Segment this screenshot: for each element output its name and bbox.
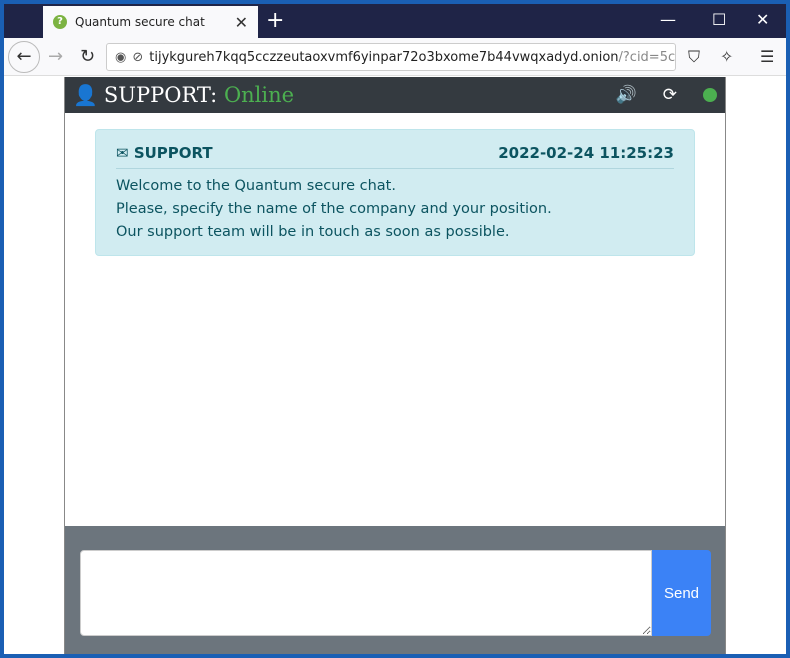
tab-title: Quantum secure chat bbox=[75, 15, 205, 29]
forward-icon[interactable]: → bbox=[48, 46, 63, 67]
tab-bar: ? Quantum secure chat ✕ + — ☐ ✕ bbox=[4, 4, 786, 38]
status-text: Online bbox=[223, 83, 295, 107]
refresh-icon[interactable]: ⟳ bbox=[663, 85, 677, 105]
chat-panel: 👤 SUPPORT: Online 🔊 ⟳ ✉ SUPPORT 2022-02-24… bbox=[64, 77, 726, 654]
reload-icon[interactable]: ↻ bbox=[80, 46, 95, 67]
tracking-icon: ⊘ bbox=[132, 49, 144, 65]
browser-window: ? Quantum secure chat ✕ + — ☐ ✕ ← → ↻ ◉ ⊘ ti… bbox=[4, 4, 786, 654]
volume-icon[interactable]: 🔊 bbox=[616, 85, 637, 105]
favicon-icon: ? bbox=[53, 15, 67, 29]
message-line: Welcome to the Quantum secure chat. bbox=[116, 178, 396, 194]
url-bar[interactable]: ◉ ⊘ tijykgureh7kqq5cczzeutaoxvmf6yinpar72o… bbox=[106, 43, 676, 71]
close-window-icon[interactable]: ✕ bbox=[756, 10, 769, 29]
nav-toolbar: ← → ↻ ◉ ⊘ tijykgureh7kqq5cczzeutaoxvmf6yin… bbox=[4, 38, 786, 76]
message-sender: SUPPORT bbox=[133, 144, 213, 162]
menu-icon[interactable]: ☰ bbox=[760, 47, 774, 66]
tab-active[interactable]: ? Quantum secure chat ✕ bbox=[43, 6, 258, 38]
send-button[interactable]: Send bbox=[652, 550, 711, 636]
chat-messages: ✉ SUPPORT 2022-02-24 11:25:23 Welcome to … bbox=[65, 113, 725, 526]
shield-icon[interactable]: ⛉ bbox=[688, 47, 700, 67]
close-tab-icon[interactable]: ✕ bbox=[235, 13, 248, 32]
url-text: tijykgureh7kqq5cczzeutaoxvmf6yinpar72o3b… bbox=[149, 49, 619, 65]
message-card: ✉ SUPPORT 2022-02-24 11:25:23 Welcome to … bbox=[95, 129, 695, 256]
url-query: /?cid=5c bbox=[618, 49, 676, 65]
header-label: SUPPORT: bbox=[103, 83, 218, 107]
user-icon: 👤 bbox=[73, 83, 98, 107]
maximize-icon[interactable]: ☐ bbox=[712, 10, 726, 29]
minimize-icon[interactable]: — bbox=[660, 10, 676, 29]
chat-header: 👤 SUPPORT: Online 🔊 ⟳ bbox=[65, 77, 725, 113]
message-timestamp: 2022-02-24 11:25:23 bbox=[498, 144, 674, 162]
envelope-icon: ✉ bbox=[116, 144, 129, 162]
message-input[interactable] bbox=[80, 550, 652, 636]
onion-icon: ◉ bbox=[115, 49, 127, 65]
back-icon[interactable]: ← bbox=[8, 41, 40, 73]
new-tab-icon[interactable]: + bbox=[266, 8, 284, 33]
chat-footer: Send bbox=[65, 526, 725, 654]
message-line: Please, specify the name of the company … bbox=[116, 201, 552, 217]
message-line: Our support team will be in touch as soo… bbox=[116, 224, 510, 240]
magic-wand-icon[interactable]: ✧ bbox=[720, 47, 733, 66]
online-indicator bbox=[703, 88, 717, 102]
